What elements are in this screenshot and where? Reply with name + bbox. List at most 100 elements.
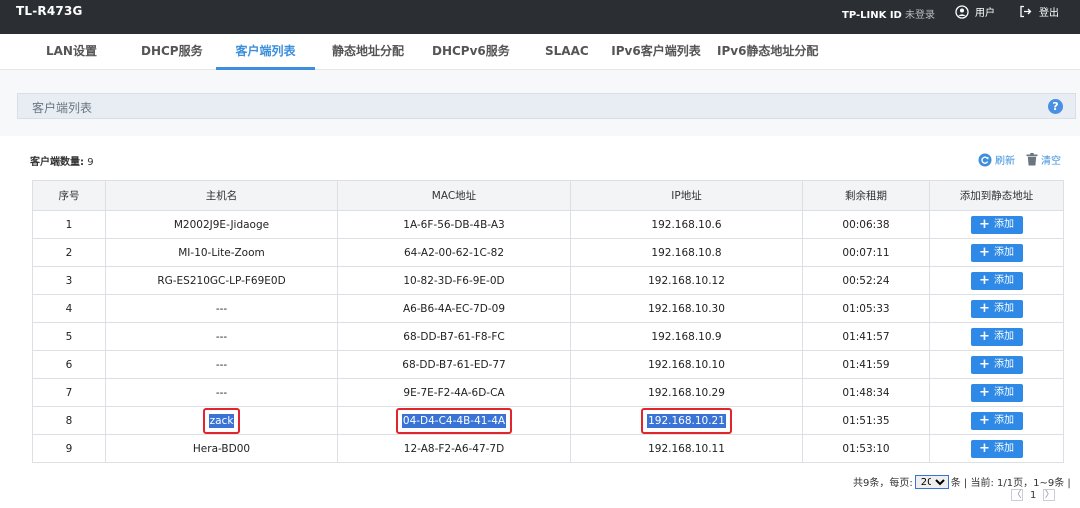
add-static-button[interactable]: + 添加 — [970, 383, 1023, 402]
column-header-mac: MAC地址 — [337, 180, 571, 211]
client-count-value: 9 — [87, 157, 94, 168]
highlight-box-hostname: zack — [202, 407, 241, 434]
tab-ipv6-client-list[interactable]: IPv6客户端列表 — [610, 34, 702, 69]
table-row-highlighted: 8 zack 04-D4-C4-4B-41-4A 192.168.10.21 0… — [32, 406, 1064, 435]
tab-bar: LAN设置 DHCP服务 客户端列表 静态地址分配 DHCPv6服务 SLAAC… — [0, 34, 1080, 70]
add-label: 添加 — [993, 330, 1014, 342]
row-hostname: Hera-BD00 — [105, 434, 338, 463]
add-static-button[interactable]: + 添加 — [970, 411, 1023, 430]
table-row: 1 M2002J9E-Jidaoge 1A-6F-56-DB-4B-A3 192… — [32, 210, 1064, 239]
tplink-id-status[interactable]: TP-LINK ID 未登录 — [842, 6, 935, 21]
row-index: 3 — [32, 266, 106, 295]
row-index: 8 — [32, 406, 106, 435]
tab-dhcpv6-service[interactable]: DHCPv6服务 — [432, 34, 510, 69]
add-static-button[interactable]: + 添加 — [970, 299, 1023, 318]
row-mac: 9E-7E-F2-4A-6D-CA — [337, 378, 571, 407]
add-label: 添加 — [993, 442, 1014, 454]
tab-dhcp-service[interactable]: DHCP服务 — [141, 34, 203, 69]
add-label: 添加 — [993, 274, 1014, 286]
logout-label: 登出 — [1039, 8, 1059, 19]
row-ip: 192.168.10.11 — [570, 434, 803, 463]
row-hostname: zack — [208, 413, 235, 428]
plus-icon: + — [979, 440, 990, 456]
row-hostname: MI-10-Lite-Zoom — [105, 238, 338, 267]
row-lease: 00:52:24 — [802, 266, 930, 295]
tab-slaac[interactable]: SLAAC — [545, 34, 589, 69]
row-index: 9 — [32, 434, 106, 463]
column-header-ip: IP地址 — [570, 180, 803, 211]
add-static-button[interactable]: + 添加 — [970, 355, 1023, 374]
row-mac: 64-A2-00-62-1C-82 — [337, 238, 571, 267]
row-index: 4 — [32, 294, 106, 323]
refresh-icon — [978, 153, 992, 167]
add-static-button[interactable]: + 添加 — [970, 439, 1023, 458]
table-header-row: 序号 主机名 MAC地址 IP地址 剩余租期 添加到静态地址 — [32, 180, 1064, 211]
plus-icon: + — [979, 356, 990, 372]
table-row: 2 MI-10-Lite-Zoom 64-A2-00-62-1C-82 192.… — [32, 238, 1064, 267]
clear-button[interactable]: 清空 — [1026, 152, 1061, 167]
add-static-button[interactable]: + 添加 — [970, 215, 1023, 234]
row-lease: 01:51:35 — [802, 406, 930, 435]
column-header-hostname: 主机名 — [105, 180, 338, 211]
add-label: 添加 — [993, 246, 1014, 258]
row-index: 6 — [32, 350, 106, 379]
row-index: 1 — [32, 210, 106, 239]
row-index: 7 — [32, 378, 106, 407]
client-count: 客户端数量: 9 — [30, 153, 94, 168]
row-mac: 10-82-3D-F6-9E-0D — [337, 266, 571, 295]
top-bar: TL-R473G TP-LINK ID 未登录 用户 登出 — [0, 0, 1080, 34]
logout-button[interactable]: 登出 — [1019, 4, 1059, 19]
prev-page-button[interactable]: 〈 — [1011, 489, 1023, 501]
refresh-button[interactable]: 刷新 — [978, 152, 1015, 167]
tab-client-list[interactable]: 客户端列表 — [216, 34, 315, 70]
column-header-add-static: 添加到静态地址 — [929, 180, 1064, 211]
add-label: 添加 — [993, 302, 1014, 314]
pagination-info: 共9条，每页: 20 条 | 当前: 1/1页，1~9条 | — [853, 474, 1071, 489]
table-row: 6 --- 68-DD-B7-61-ED-77 192.168.10.10 01… — [32, 350, 1064, 379]
user-label: 用户 — [975, 8, 995, 19]
row-lease: 01:53:10 — [802, 434, 930, 463]
plus-icon: + — [979, 244, 990, 260]
row-ip: 192.168.10.30 — [570, 294, 803, 323]
tab-static-address[interactable]: 静态地址分配 — [332, 34, 404, 69]
row-hostname: M2002J9E-Jidaoge — [105, 210, 338, 239]
highlight-box-ip: 192.168.10.21 — [641, 407, 732, 434]
row-lease: 01:48:34 — [802, 378, 930, 407]
row-lease: 00:07:11 — [802, 238, 930, 267]
plus-icon: + — [979, 412, 990, 428]
page-size-select[interactable]: 20 — [914, 474, 949, 489]
table-row: 3 RG-ES210GC-LP-F69E0D 10-82-3D-F6-9E-0D… — [32, 266, 1064, 295]
table-row: 7 --- 9E-7E-F2-4A-6D-CA 192.168.10.29 01… — [32, 378, 1064, 407]
row-ip: 192.168.10.12 — [570, 266, 803, 295]
row-mac: 04-D4-C4-4B-41-4A — [401, 413, 507, 428]
row-mac: 68-DD-B7-61-F8-FC — [337, 322, 571, 351]
device-name: TL-R473G — [16, 4, 83, 18]
row-ip: 192.168.10.21 — [647, 413, 726, 428]
table-row: 9 Hera-BD00 12-A8-F2-A6-47-7D 192.168.10… — [32, 434, 1064, 463]
row-ip: 192.168.10.9 — [570, 322, 803, 351]
add-label: 添加 — [993, 218, 1014, 230]
plus-icon: + — [979, 216, 990, 232]
client-table: 序号 主机名 MAC地址 IP地址 剩余租期 添加到静态地址 1 M2002J9… — [32, 180, 1064, 463]
row-lease: 00:06:38 — [802, 210, 930, 239]
page-number[interactable]: 1 — [1027, 490, 1039, 501]
plus-icon: + — [979, 272, 990, 288]
row-index: 5 — [32, 322, 106, 351]
column-header-lease: 剩余租期 — [802, 180, 930, 211]
tab-ipv6-static-address[interactable]: IPv6静态地址分配 — [717, 34, 818, 69]
add-static-button[interactable]: + 添加 — [970, 327, 1023, 346]
row-lease: 01:41:57 — [802, 322, 930, 351]
section-header: 客户端列表 ? — [17, 93, 1076, 119]
user-menu[interactable]: 用户 — [955, 4, 995, 19]
add-static-button[interactable]: + 添加 — [970, 271, 1023, 290]
row-index: 2 — [32, 238, 106, 267]
add-static-button[interactable]: + 添加 — [970, 243, 1023, 262]
help-icon[interactable]: ? — [1048, 99, 1063, 114]
row-hostname: --- — [105, 294, 338, 323]
plus-icon: + — [979, 384, 990, 400]
next-page-button[interactable]: 〉 — [1043, 489, 1056, 501]
pager: 〈 1 〉 — [1011, 489, 1056, 501]
tab-lan-settings[interactable]: LAN设置 — [46, 34, 97, 69]
clear-label: 清空 — [1041, 156, 1061, 167]
add-label: 添加 — [993, 414, 1014, 426]
